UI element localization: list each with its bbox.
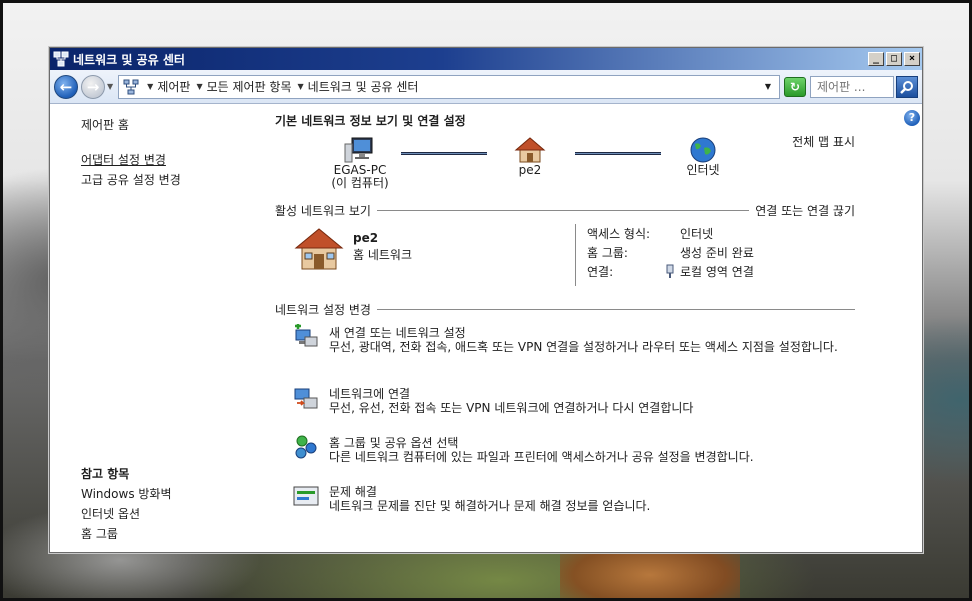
- task-description: 무선, 광대역, 전화 접속, 애드혹 또는 VPN 연결을 설정하거나 라우터…: [329, 340, 838, 354]
- section-divider: [376, 309, 855, 310]
- task-troubleshoot: 문제 해결 네트워크 문제를 진단 및 해결하거나 문제 해결 정보를 얻습니다…: [293, 483, 863, 523]
- task-title-link[interactable]: 홈 그룹 및 공유 옵션 선택: [329, 434, 458, 451]
- task-title-link[interactable]: 문제 해결: [329, 483, 377, 500]
- access-type-label: 액세스 형식:: [587, 227, 651, 241]
- task-title-link[interactable]: 새 연결 또는 네트워크 설정: [329, 324, 466, 341]
- close-button[interactable]: ×: [904, 52, 920, 66]
- task-homegroup-sharing: 홈 그룹 및 공유 옵션 선택 다른 네트워크 컴퓨터에 있는 파일과 프린터에…: [293, 434, 863, 474]
- new-connection-icon: [295, 324, 318, 347]
- breadcrumb-item-control-panel[interactable]: 제어판: [157, 78, 190, 95]
- chevron-down-icon[interactable]: ▼: [147, 82, 153, 91]
- breadcrumb-item-all-items[interactable]: 모든 제어판 항목: [207, 78, 292, 95]
- content-area: ? 제어판 홈 어댑터 설정 변경 고급 공유 설정 변경 참고 항목 Wind…: [50, 104, 922, 552]
- task-connect-network: 네트워크에 연결 무선, 유선, 전화 접속 또는 VPN 네트워크에 연결하거…: [293, 385, 863, 425]
- active-network-name: pe2: [353, 231, 379, 245]
- help-icon[interactable]: ?: [904, 110, 920, 126]
- map-link-network-internet: [575, 152, 661, 155]
- map-node-internet[interactable]: 인터넷: [678, 136, 728, 177]
- forward-button[interactable]: →: [81, 74, 105, 99]
- connect-network-icon: [294, 388, 318, 409]
- connection-value-link[interactable]: 로컬 영역 연결: [680, 263, 754, 280]
- breadcrumb-item-network-center[interactable]: 네트워크 및 공유 센터: [308, 78, 419, 95]
- task-new-connection: 새 연결 또는 네트워크 설정 무선, 광대역, 전화 접속, 애드혹 또는 V…: [293, 324, 863, 374]
- arrow-right-icon: →: [86, 77, 100, 96]
- search-button[interactable]: [896, 75, 918, 98]
- vertical-divider: [575, 224, 576, 286]
- refresh-icon: ↻: [789, 79, 801, 94]
- change-settings-section-header: 네트워크 설정 변경: [275, 301, 855, 318]
- connect-disconnect-link[interactable]: 연결 또는 연결 끊기: [755, 202, 855, 219]
- minimize-button[interactable]: _: [868, 52, 884, 66]
- change-settings-section-title: 네트워크 설정 변경: [275, 303, 371, 317]
- search-icon: [900, 80, 913, 94]
- computer-sub-label: (이 컴퓨터): [331, 176, 389, 190]
- address-bar: ← → ▼ ▼ 제어판 ▼ 모든 제어판 항목 ▼ 네트워크 및 공유 센터 ▼…: [50, 70, 922, 104]
- troubleshoot-icon: [293, 486, 319, 506]
- active-network-panel: pe2 홈 네트워크 액세스 형식: 인터넷 홈 그룹: 생성 준비 완료 연결…: [293, 224, 873, 286]
- globe-icon: [690, 137, 716, 163]
- sidebar-link-internet-options[interactable]: 인터넷 옵션: [81, 505, 140, 522]
- map-node-network[interactable]: pe2: [510, 136, 550, 177]
- back-button[interactable]: ←: [54, 74, 78, 99]
- sidebar-link-control-panel-home[interactable]: 제어판 홈: [81, 116, 129, 133]
- homegroup-label: 홈 그룹:: [587, 246, 628, 260]
- homegroup-value-link[interactable]: 생성 준비 완료: [680, 244, 754, 261]
- task-description: 네트워크 문제를 진단 및 해결하거나 문제 해결 정보를 얻습니다.: [329, 499, 651, 513]
- window-title: 네트워크 및 공유 센터: [73, 52, 185, 67]
- search-input[interactable]: [810, 75, 894, 98]
- task-title-link[interactable]: 네트워크에 연결: [329, 385, 410, 402]
- access-type-value: 인터넷: [680, 227, 714, 241]
- arrow-left-icon: ←: [59, 77, 73, 96]
- breadcrumb[interactable]: ▼ 제어판 ▼ 모든 제어판 항목 ▼ 네트워크 및 공유 센터 ▼: [118, 74, 780, 99]
- main-panel: 기본 네트워크 정보 보기 및 연결 설정 전체 맵 표시 EGAS-PC (이…: [275, 104, 865, 552]
- ethernet-plug-icon: [666, 264, 674, 278]
- full-map-link[interactable]: 전체 맵 표시: [792, 133, 855, 150]
- network-sharing-window: 네트워크 및 공유 센터 _ □ × ← → ▼ ▼ 제어판 ▼ 모든 제어판 …: [49, 47, 923, 553]
- section-divider: [376, 210, 750, 211]
- address-history-dropdown-icon[interactable]: ▼: [765, 82, 775, 91]
- internet-node-label: 인터넷: [686, 163, 720, 177]
- refresh-button[interactable]: ↻: [784, 76, 806, 97]
- homegroup-icon: [295, 435, 317, 459]
- computer-icon: [344, 137, 373, 163]
- recent-pages-dropdown-icon[interactable]: ▼: [107, 82, 113, 91]
- map-node-computer[interactable]: EGAS-PC (이 컴퓨터): [330, 136, 390, 190]
- see-also-heading: 참고 항목: [81, 467, 130, 481]
- sidebar-link-advanced-sharing[interactable]: 고급 공유 설정 변경: [81, 171, 181, 188]
- maximize-button[interactable]: □: [886, 52, 902, 66]
- title-bar[interactable]: 네트워크 및 공유 센터 _ □ ×: [50, 48, 922, 70]
- house-icon: [514, 137, 546, 163]
- network-icon: [123, 79, 139, 94]
- page-title: 기본 네트워크 정보 보기 및 연결 설정: [275, 114, 466, 128]
- sidebar: 제어판 홈 어댑터 설정 변경 고급 공유 설정 변경 참고 항목 Window…: [81, 104, 271, 552]
- network-icon: [53, 51, 69, 67]
- network-node-label: pe2: [518, 163, 542, 177]
- house-icon: [294, 228, 344, 270]
- task-description: 다른 네트워크 컴퓨터에 있는 파일과 프린터에 액세스하거나 공유 설정을 변…: [329, 450, 754, 464]
- chevron-down-icon[interactable]: ▼: [298, 82, 304, 91]
- sidebar-link-homegroup[interactable]: 홈 그룹: [81, 525, 118, 542]
- active-network-section-title: 활성 네트워크 보기: [275, 204, 371, 218]
- map-link-computer-network: [401, 152, 487, 155]
- active-network-section-header: 활성 네트워크 보기 연결 또는 연결 끊기: [275, 202, 855, 219]
- connection-label: 연결:: [587, 265, 614, 279]
- network-type-link[interactable]: 홈 네트워크: [353, 246, 412, 263]
- chevron-down-icon[interactable]: ▼: [196, 82, 202, 91]
- sidebar-link-adapter-settings[interactable]: 어댑터 설정 변경: [81, 151, 166, 168]
- task-description: 무선, 유선, 전화 접속 또는 VPN 네트워크에 연결하거나 다시 연결합니…: [329, 401, 694, 415]
- sidebar-link-windows-firewall[interactable]: Windows 방화벽: [81, 485, 172, 502]
